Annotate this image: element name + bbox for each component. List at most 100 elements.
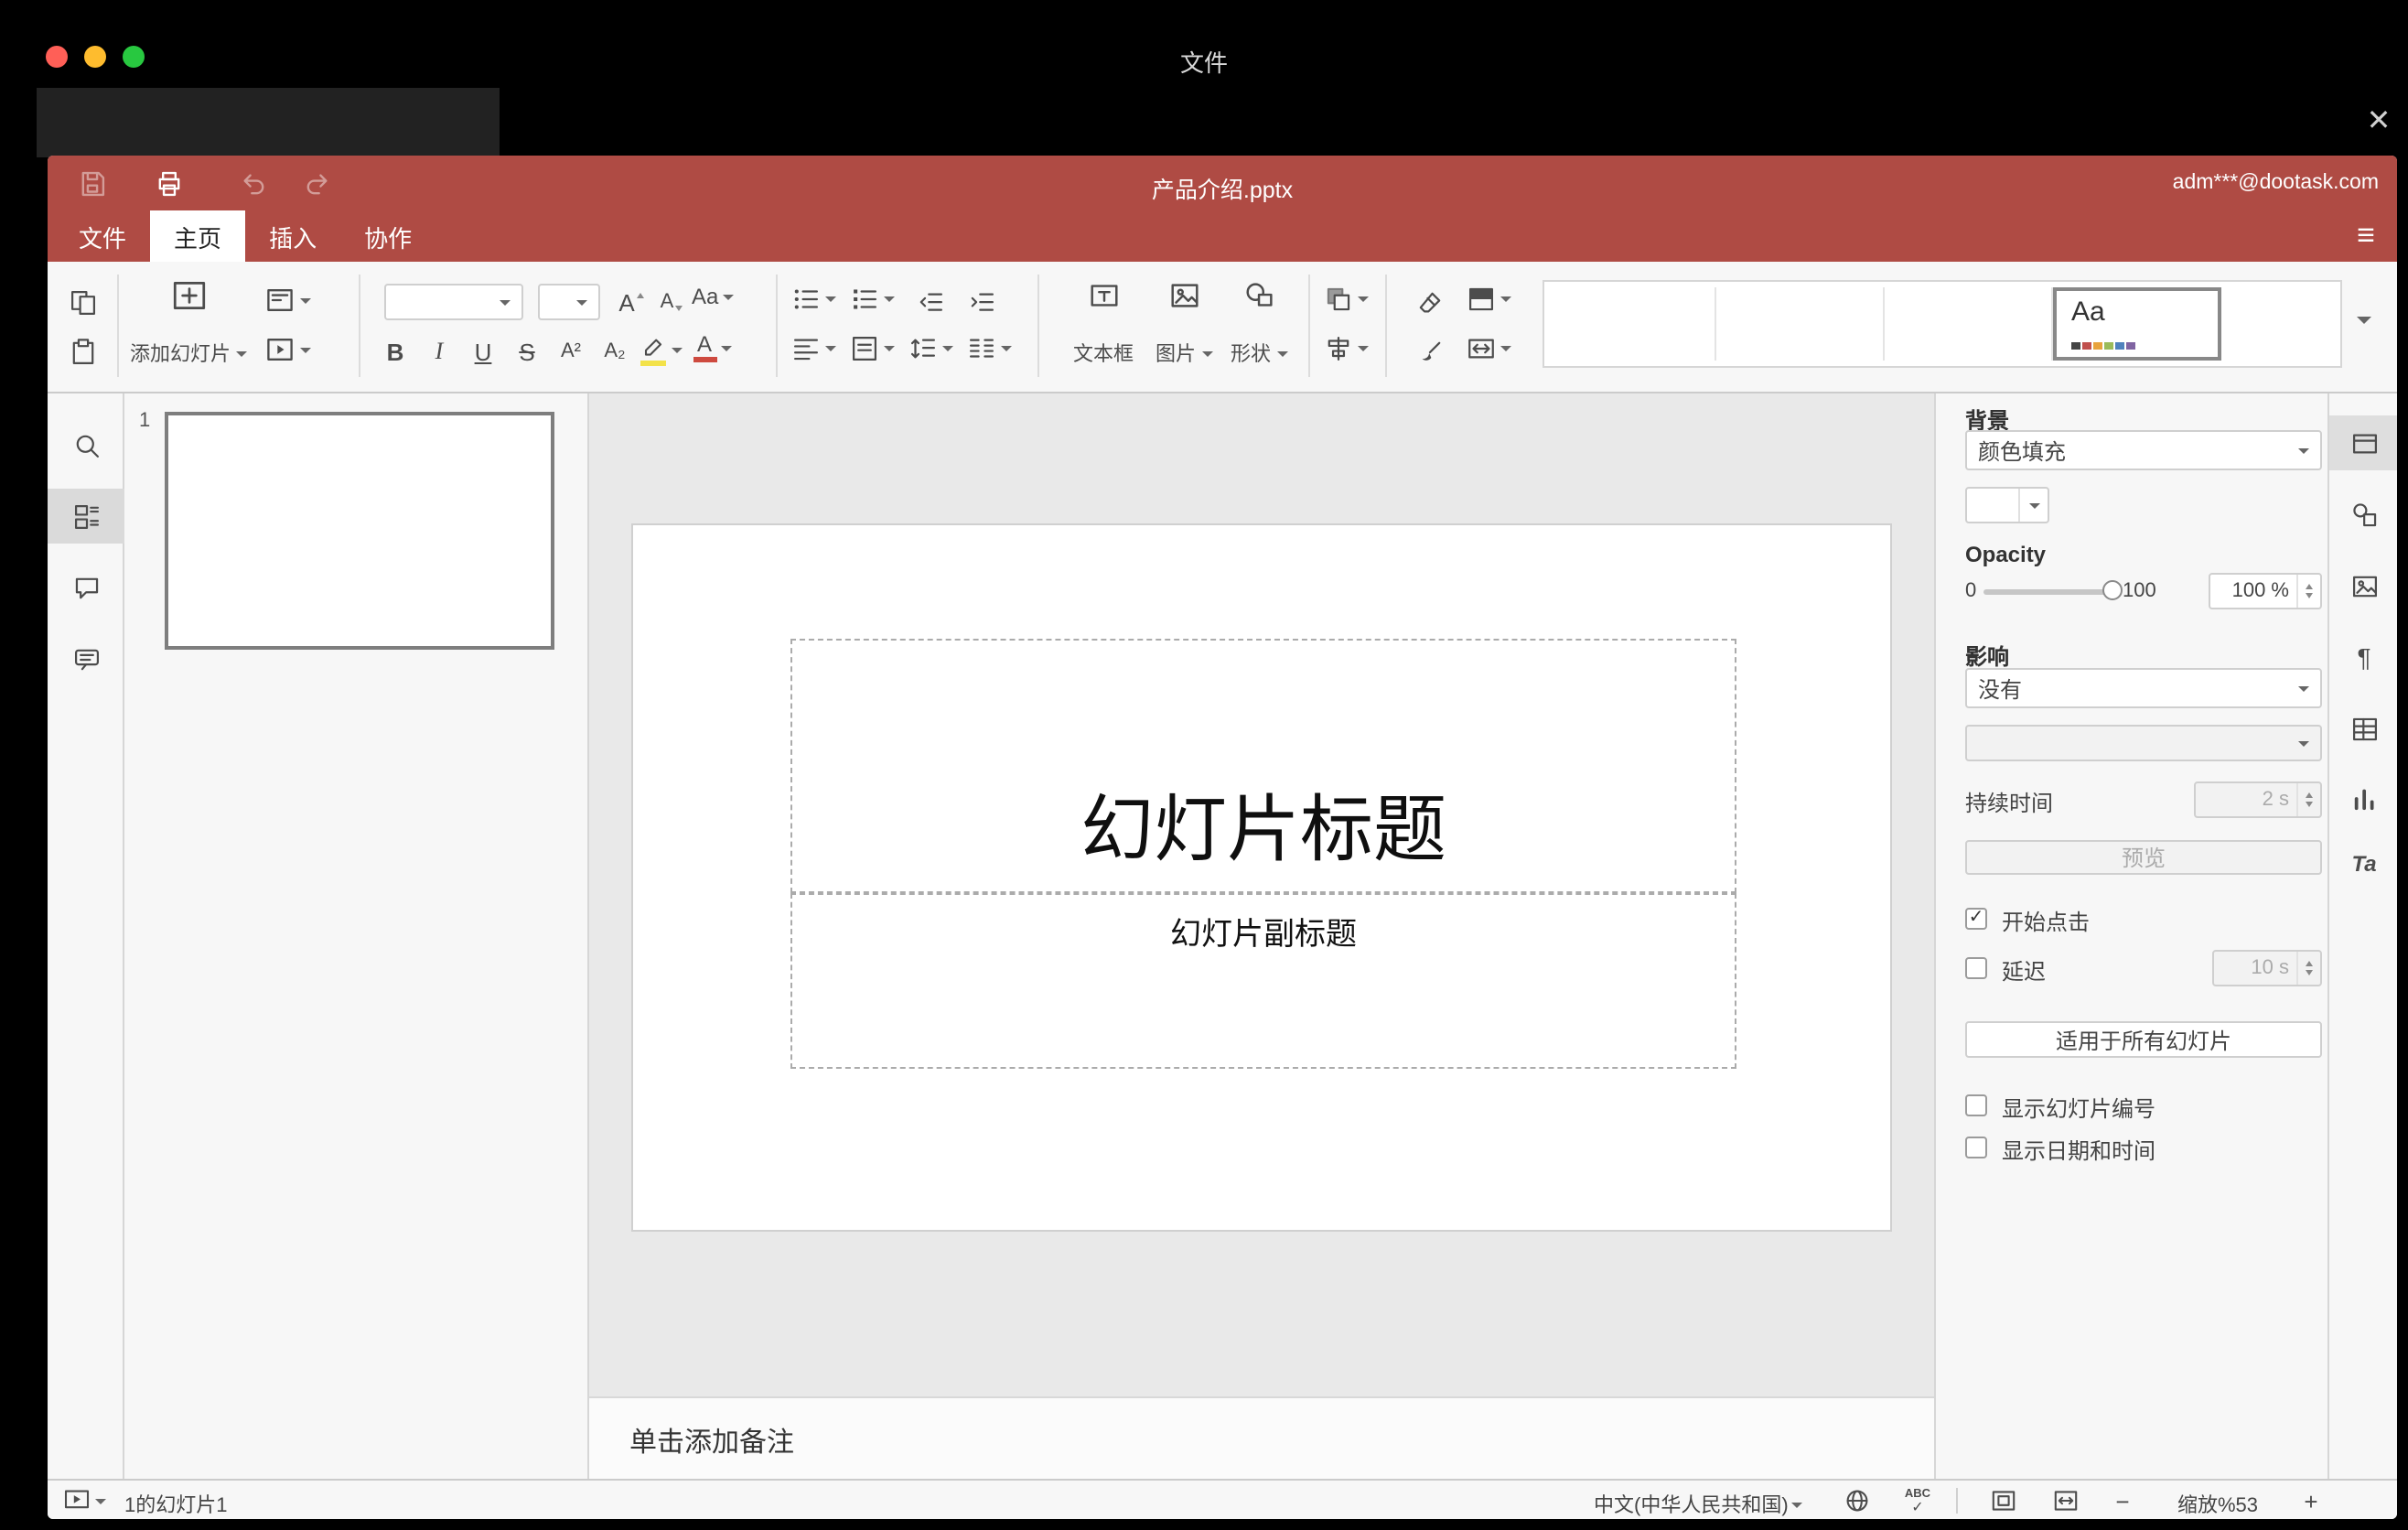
hamburger-menu-button[interactable]: ≡ <box>2357 214 2375 258</box>
paragraph-settings-tab[interactable]: ¶ <box>2346 639 2382 675</box>
start-on-click-checkbox[interactable]: ✓ <box>1965 908 1987 930</box>
start-slideshow-button[interactable] <box>62 1486 106 1515</box>
redo-button[interactable] <box>298 165 335 201</box>
slide-size-button[interactable] <box>1466 333 1511 364</box>
start-slideshow-dropdown[interactable] <box>263 333 311 366</box>
underline-button[interactable]: U <box>463 333 503 370</box>
subtitle-placeholder[interactable]: 幻灯片副标题 <box>790 893 1736 1069</box>
decrease-font-button[interactable]: A <box>651 284 692 320</box>
numbered-list-button[interactable] <box>849 284 895 315</box>
notes-area[interactable]: 单击添加备注 <box>589 1396 1934 1479</box>
zoom-in-button[interactable]: + <box>2298 1488 2324 1515</box>
superscript-button[interactable]: A² <box>551 333 591 370</box>
insert-image-button[interactable] <box>1166 276 1202 313</box>
spin-up-icon[interactable] <box>2306 961 2313 966</box>
change-case-button[interactable]: Aa <box>692 284 734 309</box>
spin-down-icon[interactable] <box>2306 593 2313 598</box>
vertical-align-button[interactable] <box>849 333 895 364</box>
comments-button[interactable] <box>68 569 104 606</box>
theme-option-1[interactable] <box>1548 287 1716 361</box>
search-button[interactable] <box>68 426 104 463</box>
theme-option-2[interactable] <box>1716 287 1885 361</box>
slide-settings-tab[interactable] <box>2346 425 2382 461</box>
color-scheme-button[interactable] <box>1466 284 1511 315</box>
image-settings-tab[interactable] <box>2346 567 2382 604</box>
dialog-close-button[interactable]: ✕ <box>2357 102 2401 143</box>
theme-option-selected[interactable]: Aa <box>2053 287 2221 361</box>
document-language-button[interactable] <box>1841 1484 1874 1517</box>
opacity-value-spinner[interactable]: 100 % <box>2209 573 2322 609</box>
save-button[interactable] <box>73 165 110 201</box>
arrange-shapes-button[interactable] <box>1323 284 1369 315</box>
fit-slide-button[interactable] <box>1987 1484 2020 1517</box>
slide-canvas[interactable]: 幻灯片标题 幻灯片副标题 <box>631 523 1892 1232</box>
tab-file[interactable]: 文件 <box>55 210 150 262</box>
align-shapes-button[interactable] <box>1323 333 1369 364</box>
spellcheck-button[interactable]: ABC ✓ <box>1899 1484 1936 1517</box>
effect-select[interactable]: 没有 <box>1965 668 2322 708</box>
delay-spinner[interactable]: 10 s <box>2212 950 2322 986</box>
chart-settings-tab[interactable] <box>2346 780 2382 816</box>
line-spacing-button[interactable] <box>908 333 953 364</box>
image-settings-icon <box>2351 575 2377 597</box>
copy-style-button[interactable] <box>1411 333 1447 370</box>
subscript-button[interactable]: A₂ <box>595 333 635 370</box>
highlight-color-button[interactable] <box>639 333 683 366</box>
insert-textbox-button[interactable] <box>1085 276 1122 313</box>
language-selector[interactable]: 中文(中华人民共和国) <box>1594 1490 1803 1519</box>
fill-type-select[interactable]: 颜色填充 <box>1965 430 2322 470</box>
opacity-slider-track[interactable] <box>1983 589 2115 595</box>
increase-font-button[interactable]: A <box>611 284 651 320</box>
font-name-combo[interactable] <box>384 284 523 320</box>
italic-button[interactable]: I <box>419 333 459 370</box>
strikeout-button[interactable]: S <box>507 333 547 370</box>
font-color-button[interactable]: A <box>692 332 732 362</box>
feedback-button[interactable] <box>68 641 104 677</box>
spin-up-icon[interactable] <box>2306 792 2313 798</box>
tab-insert[interactable]: 插入 <box>245 210 340 262</box>
fill-color-picker[interactable] <box>1965 487 2049 523</box>
copy-button[interactable] <box>64 284 101 320</box>
title-placeholder[interactable]: 幻灯片标题 <box>790 639 1736 893</box>
clear-style-button[interactable] <box>1411 284 1447 320</box>
apply-to-all-slides-button[interactable]: 适用于所有幻灯片 <box>1965 1021 2322 1058</box>
add-slide-button[interactable] <box>168 275 209 315</box>
spin-down-icon[interactable] <box>2306 970 2313 975</box>
bold-button[interactable]: B <box>375 333 415 370</box>
spin-up-icon[interactable] <box>2306 584 2313 589</box>
increase-indent-button[interactable] <box>962 284 999 320</box>
slides-panel-button[interactable] <box>68 498 104 534</box>
tab-home[interactable]: 主页 <box>150 210 246 262</box>
show-slide-number-checkbox[interactable] <box>1965 1094 1987 1116</box>
insert-shape-label[interactable]: 形状 <box>1204 339 1314 368</box>
shape-settings-tab[interactable] <box>2346 496 2382 533</box>
print-button[interactable] <box>150 165 187 201</box>
document-title: 产品介绍.pptx <box>1151 178 1294 203</box>
horizontal-align-button[interactable] <box>790 333 836 364</box>
columns-button[interactable] <box>966 333 1012 364</box>
tab-collaboration[interactable]: 协作 <box>340 210 435 262</box>
duration-spinner[interactable]: 2 s <box>2194 781 2322 818</box>
font-size-combo[interactable] <box>538 284 600 320</box>
bullet-list-button[interactable] <box>790 284 836 315</box>
text-art-settings-tab[interactable]: Ta <box>2346 846 2382 882</box>
undo-button[interactable] <box>234 165 271 201</box>
insert-shape-button[interactable] <box>1241 276 1277 313</box>
fit-width-button[interactable] <box>2049 1484 2082 1517</box>
theme-option-3[interactable] <box>1885 287 2053 361</box>
table-settings-tab[interactable] <box>2346 710 2382 747</box>
shape-settings-icon <box>2352 502 2376 526</box>
slide-layout-button[interactable] <box>263 284 311 317</box>
theme-gallery-expand-button[interactable] <box>2357 317 2371 324</box>
decrease-indent-button[interactable] <box>911 284 948 320</box>
opacity-slider-knob[interactable] <box>2102 580 2123 600</box>
paste-button[interactable] <box>64 333 101 370</box>
zoom-out-button[interactable]: − <box>2110 1488 2135 1515</box>
add-slide-label[interactable]: 添加幻灯片 <box>115 339 262 368</box>
slide-thumbnail[interactable] <box>165 412 554 650</box>
delay-checkbox[interactable] <box>1965 957 1987 979</box>
effect-type-select[interactable] <box>1965 725 2322 761</box>
preview-button[interactable]: 预览 <box>1965 840 2322 875</box>
spin-down-icon[interactable] <box>2306 802 2313 807</box>
show-date-time-checkbox[interactable] <box>1965 1137 1987 1158</box>
